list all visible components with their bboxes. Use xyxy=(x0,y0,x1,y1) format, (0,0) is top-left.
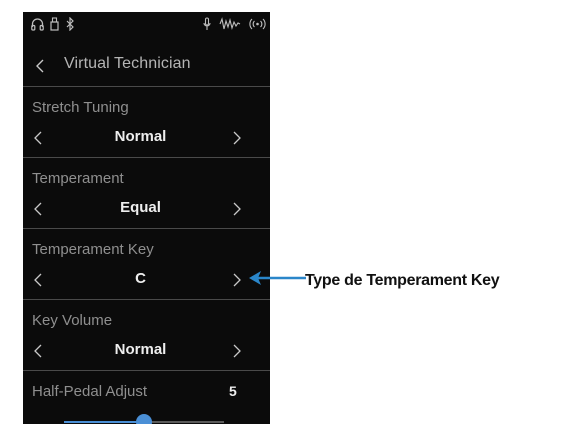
setting-stretch-tuning: Stretch Tuning Normal xyxy=(23,87,270,158)
next-value-button[interactable] xyxy=(228,129,244,147)
setting-label: Half-Pedal Adjust xyxy=(32,383,148,400)
half-pedal-value: 5 xyxy=(229,383,237,399)
setting-value: Equal xyxy=(120,199,161,216)
callout-label: Type de Temperament Key xyxy=(305,272,500,289)
slider-fill xyxy=(64,421,144,423)
screen-header: Virtual Technician xyxy=(23,50,270,87)
setting-label: Key Volume xyxy=(32,312,113,329)
setting-temperament: Temperament Equal xyxy=(23,158,270,229)
audio-waveform-icon xyxy=(219,17,241,30)
bluetooth-icon xyxy=(66,17,74,31)
previous-value-button[interactable] xyxy=(31,342,47,360)
wireless-icon xyxy=(249,18,266,30)
setting-label: Temperament xyxy=(32,170,124,187)
microphone-icon xyxy=(203,17,211,30)
setting-half-pedal-adjust: Half-Pedal Adjust 5 xyxy=(23,371,270,424)
setting-key-volume: Key Volume Normal xyxy=(23,300,270,371)
half-pedal-slider[interactable] xyxy=(64,414,224,424)
setting-value: C xyxy=(135,270,146,287)
value-selector: Equal xyxy=(23,198,270,222)
previous-value-button[interactable] xyxy=(31,200,47,218)
value-selector: Normal xyxy=(23,127,270,151)
setting-value: Normal xyxy=(114,128,167,145)
setting-temperament-key: Temperament Key C xyxy=(23,229,270,300)
slider-thumb[interactable] xyxy=(136,414,152,424)
piano-touchscreen: Virtual Technician Stretch Tuning Normal… xyxy=(23,12,270,424)
setting-label: Temperament Key xyxy=(32,241,154,258)
setting-value: Normal xyxy=(114,341,167,358)
status-bar xyxy=(23,12,270,36)
next-value-button[interactable] xyxy=(228,271,244,289)
chevron-left-icon[interactable] xyxy=(31,56,51,76)
value-selector: Normal xyxy=(23,340,270,364)
next-value-button[interactable] xyxy=(228,342,244,360)
callout-arrow xyxy=(249,271,306,285)
setting-label: Stretch Tuning xyxy=(32,99,129,116)
previous-value-button[interactable] xyxy=(31,271,47,289)
usb-icon xyxy=(50,17,59,31)
previous-value-button[interactable] xyxy=(31,129,47,147)
next-value-button[interactable] xyxy=(228,200,244,218)
headphones-icon xyxy=(31,18,44,31)
page-title: Virtual Technician xyxy=(64,55,191,72)
value-selector: C xyxy=(23,269,270,293)
